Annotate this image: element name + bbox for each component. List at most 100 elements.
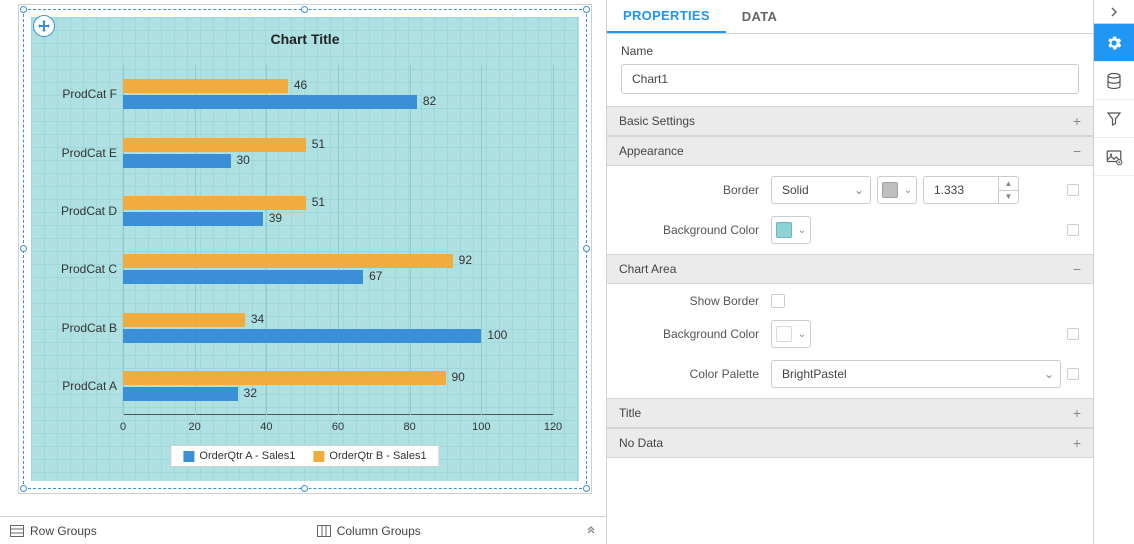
section-basic-settings[interactable]: Basic Settings + <box>607 106 1093 136</box>
panel-tabs: PROPERTIES DATA <box>607 0 1093 34</box>
category-label: ProdCat B <box>41 321 117 335</box>
chart-title[interactable]: Chart Title <box>31 31 579 47</box>
bg-color-picker[interactable]: ⌄ <box>771 216 811 244</box>
palette-expr-checkbox[interactable] <box>1067 368 1079 380</box>
legend-item[interactable]: OrderQtr B - Sales1 <box>313 450 426 462</box>
bg-expr-checkbox[interactable] <box>1067 224 1079 236</box>
resize-handle-s[interactable] <box>301 485 308 492</box>
image-tool[interactable] <box>1094 138 1134 176</box>
border-label: Border <box>621 183 771 197</box>
x-tick-label: 60 <box>332 421 344 433</box>
bg-color-label: Background Color <box>621 223 771 237</box>
name-label: Name <box>621 44 1079 58</box>
bar-series-b[interactable]: 90 <box>123 371 446 385</box>
ca-bg-color-picker[interactable]: ⌄ <box>771 320 811 348</box>
gridline <box>338 65 339 415</box>
border-width-value: 1.333 <box>934 183 964 197</box>
row-groups[interactable]: Row Groups <box>10 524 97 538</box>
plot-region: 020406080100120ProdCat F4682ProdCat E513… <box>123 65 553 415</box>
resize-handle-n[interactable] <box>301 6 308 13</box>
resize-handle-ne[interactable] <box>583 6 590 13</box>
section-chart-area-label: Chart Area <box>619 262 676 276</box>
collapse-icon: − <box>1073 143 1081 159</box>
properties-panel: PROPERTIES DATA Name Basic Settings + Ap… <box>607 0 1094 544</box>
bar-series-b[interactable]: 92 <box>123 254 453 268</box>
right-toolbar <box>1094 0 1134 544</box>
gridline <box>266 65 267 415</box>
border-color-picker[interactable]: ⌄ <box>877 176 917 204</box>
category-label: ProdCat A <box>41 379 117 393</box>
gridline <box>195 65 196 415</box>
bar-series-b[interactable]: 34 <box>123 313 245 327</box>
bar-series-a[interactable]: 30 <box>123 154 231 168</box>
category-label: ProdCat F <box>41 87 117 101</box>
section-title[interactable]: Title + <box>607 398 1093 428</box>
settings-tool[interactable] <box>1094 24 1134 62</box>
section-title-label: Title <box>619 406 641 420</box>
spin-down-icon[interactable]: ▼ <box>999 191 1018 204</box>
bar-series-b[interactable]: 51 <box>123 196 306 210</box>
data-tool[interactable] <box>1094 62 1134 100</box>
design-canvas: Chart Title 020406080100120ProdCat F4682… <box>0 0 607 544</box>
section-no-data[interactable]: No Data + <box>607 428 1093 458</box>
bar-series-a[interactable]: 67 <box>123 270 363 284</box>
x-tick-label: 20 <box>189 421 201 433</box>
bar-series-b[interactable]: 51 <box>123 138 306 152</box>
chevron-down-icon: ⌄ <box>904 185 912 196</box>
section-chart-area[interactable]: Chart Area − <box>607 254 1093 284</box>
border-width-input[interactable]: 1.333 ▲ ▼ <box>923 176 1019 204</box>
footer-expand-icon[interactable] <box>586 526 596 536</box>
border-color-swatch <box>882 182 898 198</box>
appearance-body: Border Solid ⌄ ⌄ 1.333 ▲ ▼ <box>607 166 1093 254</box>
bar-value-label: 51 <box>312 195 325 209</box>
ca-bg-expr-checkbox[interactable] <box>1067 328 1079 340</box>
bar-value-label: 51 <box>312 137 325 151</box>
palette-select[interactable]: BrightPastel ⌄ <box>771 360 1061 388</box>
column-groups-label: Column Groups <box>337 524 421 538</box>
chart-legend[interactable]: OrderQtr A - Sales1 OrderQtr B - Sales1 <box>170 445 439 467</box>
bar-series-b[interactable]: 46 <box>123 79 288 93</box>
section-appearance[interactable]: Appearance − <box>607 136 1093 166</box>
bar-value-label: 34 <box>251 312 264 326</box>
bar-series-a[interactable]: 32 <box>123 387 238 401</box>
palette-label: Color Palette <box>621 367 771 381</box>
collapse-panel-button[interactable] <box>1094 0 1134 24</box>
expand-icon: + <box>1073 113 1081 129</box>
resize-handle-nw[interactable] <box>20 6 27 13</box>
resize-handle-sw[interactable] <box>20 485 27 492</box>
bar-value-label: 92 <box>459 253 472 267</box>
border-expr-checkbox[interactable] <box>1067 184 1079 196</box>
bar-series-a[interactable]: 39 <box>123 212 263 226</box>
bar-value-label: 32 <box>244 386 257 400</box>
ca-bg-label: Background Color <box>621 327 771 341</box>
category-label: ProdCat C <box>41 262 117 276</box>
border-style-select[interactable]: Solid ⌄ <box>771 176 871 204</box>
name-input[interactable] <box>621 64 1079 94</box>
resize-handle-se[interactable] <box>583 485 590 492</box>
column-groups[interactable]: Column Groups <box>317 524 421 538</box>
show-border-label: Show Border <box>621 294 771 308</box>
bar-value-label: 30 <box>237 153 250 167</box>
bar-series-a[interactable]: 82 <box>123 95 417 109</box>
expand-icon: + <box>1073 405 1081 421</box>
chart-area-body: Show Border Background Color ⌄ Color Pal… <box>607 284 1093 398</box>
bar-value-label: 39 <box>269 211 282 225</box>
border-style-value: Solid <box>782 183 809 197</box>
move-handle[interactable] <box>33 15 55 37</box>
legend-label: OrderQtr A - Sales1 <box>199 450 295 462</box>
filter-tool[interactable] <box>1094 100 1134 138</box>
section-appearance-label: Appearance <box>619 144 684 158</box>
tab-data[interactable]: DATA <box>726 0 793 33</box>
resize-handle-w[interactable] <box>20 245 27 252</box>
bar-series-a[interactable]: 100 <box>123 329 481 343</box>
canvas-main[interactable]: Chart Title 020406080100120ProdCat F4682… <box>0 0 606 516</box>
legend-item[interactable]: OrderQtr A - Sales1 <box>183 450 295 462</box>
show-border-checkbox[interactable] <box>771 294 785 308</box>
ca-bg-color-swatch <box>776 326 792 342</box>
name-section: Name <box>607 34 1093 106</box>
chart-widget[interactable]: Chart Title 020406080100120ProdCat F4682… <box>18 4 592 494</box>
spin-up-icon[interactable]: ▲ <box>999 177 1018 191</box>
tab-properties[interactable]: PROPERTIES <box>607 0 726 33</box>
resize-handle-e[interactable] <box>583 245 590 252</box>
chevron-down-icon: ⌄ <box>798 225 806 236</box>
